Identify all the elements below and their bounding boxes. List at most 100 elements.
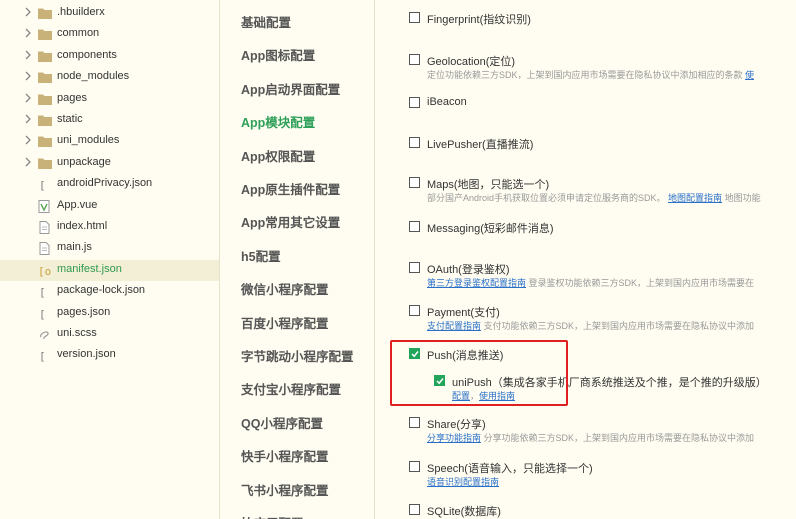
module-label: iBeacon xyxy=(427,96,467,108)
chevron-right-icon[interactable] xyxy=(24,7,34,19)
folder-icon xyxy=(38,93,52,106)
module-checkbox-6[interactable] xyxy=(409,262,420,273)
tree-item-static[interactable]: static xyxy=(0,110,219,131)
nav-item-5[interactable]: App原生插件配置 xyxy=(241,179,340,198)
tree-item-label: App.vue xyxy=(57,198,98,211)
unipush-guide-link[interactable]: 使用指南 xyxy=(479,391,515,401)
module-description: 分享功能指南 分享功能依赖三方SDK，上架到国内应用市场需要在隐私协议中添加 xyxy=(427,431,754,444)
tree-item-version-json[interactable]: [ ] version.json xyxy=(0,345,219,366)
module-checkbox-3[interactable] xyxy=(409,137,420,148)
tree-item-label: uni_modules xyxy=(57,134,120,147)
nav-item-1[interactable]: App图标配置 xyxy=(241,45,315,64)
tree-item-pages-json[interactable]: [ ] pages.json xyxy=(0,303,219,324)
folder-icon xyxy=(38,114,52,127)
chevron-right-icon[interactable] xyxy=(24,28,34,40)
chevron-right-icon[interactable] xyxy=(24,157,34,169)
tree-item-manifest-json[interactable]: [o] manifest.json xyxy=(0,259,219,281)
tree-item--hbuilderx[interactable]: .hbuilderx xyxy=(0,3,219,24)
module-checkbox-5[interactable] xyxy=(409,221,420,232)
module-checkbox-11[interactable] xyxy=(409,504,420,515)
folder-icon xyxy=(38,135,52,148)
tree-item-components[interactable]: components xyxy=(0,46,219,67)
module-checkbox-7[interactable] xyxy=(409,305,420,316)
vue-file-icon xyxy=(38,199,52,213)
tree-item-label: components xyxy=(57,48,117,61)
nav-item-10[interactable]: 字节跳动小程序配置 xyxy=(241,346,354,365)
tree-item-label: common xyxy=(57,27,100,40)
json-file-icon: [o] xyxy=(38,264,52,277)
module-label: Speech(语音输入，只能选择一个) xyxy=(427,463,593,475)
module-description-text: 地图功能 xyxy=(724,193,761,203)
nav-item-15[interactable]: 快应用配置 xyxy=(241,513,304,519)
module-checkbox-4[interactable] xyxy=(409,177,420,188)
tree-item-pages[interactable]: pages xyxy=(0,89,219,110)
manifest-config-nav: 基础配置 App图标配置 App启动界面配置 App模块配置 App权限配置 App原生插… xyxy=(220,0,375,519)
module-label: OAuth(登录鉴权) xyxy=(427,264,510,276)
module-guide-link[interactable]: 使 xyxy=(745,70,754,80)
module-description: 语音识别配置指南 xyxy=(427,475,499,488)
module-description-text: 登录鉴权功能依赖三方SDK，上架到国内应用市场需要在 xyxy=(528,278,755,288)
module-guide-link[interactable]: 支付配置指南 xyxy=(427,321,481,331)
svg-text:[o]: [o] xyxy=(38,265,52,277)
module-description: 第三方登录鉴权配置指南 登录鉴权功能依赖三方SDK，上架到国内应用市场需要在 xyxy=(427,276,754,289)
tree-item-label: version.json xyxy=(57,348,116,361)
tree-item-label: main.js xyxy=(57,241,92,254)
chevron-right-icon[interactable] xyxy=(24,135,34,147)
nav-item-7[interactable]: h5配置 xyxy=(241,246,281,265)
module-guide-link[interactable]: 第三方登录鉴权配置指南 xyxy=(427,278,526,288)
tree-item-androidprivacy-json[interactable]: [ ] androidPrivacy.json xyxy=(0,174,219,195)
unipush-config-link[interactable]: 配置 xyxy=(452,391,470,401)
tree-item-label: static xyxy=(57,113,83,125)
tree-item-unpackage[interactable]: unpackage xyxy=(0,153,219,174)
module-label: Push(消息推送) xyxy=(427,350,504,362)
folder-icon xyxy=(38,71,52,84)
chevron-right-icon[interactable] xyxy=(24,114,34,126)
tree-item-label: pages.json xyxy=(57,305,111,318)
nav-item-8[interactable]: 微信小程序配置 xyxy=(241,279,329,298)
tree-item-label: uni.scss xyxy=(57,327,97,339)
tree-item-node-modules[interactable]: node_modules xyxy=(0,67,219,88)
nav-item-11[interactable]: 支付宝小程序配置 xyxy=(241,379,341,398)
module-label: Messaging(短彩邮件消息) xyxy=(427,223,554,235)
nav-item-6[interactable]: App常用其它设置 xyxy=(241,212,340,231)
tree-item-package-lock-json[interactable]: [ ] package-lock.json xyxy=(0,281,219,302)
tree-item-index-html[interactable]: index.html xyxy=(0,217,219,238)
nav-item-4[interactable]: App权限配置 xyxy=(241,146,315,165)
nav-item-9[interactable]: 百度小程序配置 xyxy=(241,313,329,332)
module-label: SQLite(数据库) xyxy=(427,506,501,518)
module-checkbox-1[interactable] xyxy=(409,54,420,65)
module-guide-link[interactable]: 语音识别配置指南 xyxy=(427,477,499,487)
chevron-right-icon[interactable] xyxy=(24,71,34,83)
tree-item-common[interactable]: common xyxy=(0,24,219,45)
module-label: Maps(地图，只能选一个) xyxy=(427,179,550,191)
module-guide-link[interactable]: 地图配置指南 xyxy=(668,193,722,203)
module-label: Geolocation(定位) xyxy=(427,56,516,68)
module-guide-link[interactable]: 分享功能指南 xyxy=(427,433,481,443)
nav-item-12[interactable]: QQ小程序配置 xyxy=(241,413,323,432)
scss-file-icon xyxy=(38,328,52,341)
project-file-tree: .hbuilderx common components node_modulespa… xyxy=(0,0,220,519)
tree-item-uni-modules[interactable]: uni_modules xyxy=(0,131,219,152)
folder-icon xyxy=(38,50,52,63)
tree-item-main-js[interactable]: main.js xyxy=(0,238,219,259)
nav-item-3[interactable]: App模块配置 xyxy=(241,112,315,131)
nav-item-0[interactable]: 基础配置 xyxy=(241,12,291,31)
module-checkbox-9[interactable] xyxy=(409,417,420,428)
tree-item-app-vue[interactable]: App.vue xyxy=(0,196,219,217)
module-checkbox-10[interactable] xyxy=(409,461,420,472)
tree-item-label: node_modules xyxy=(57,70,130,83)
module-checkbox-2[interactable] xyxy=(409,97,420,108)
module-description: 支付配置指南 支付功能依赖三方SDK，上架到国内应用市场需要在隐私协议中添加 xyxy=(427,319,754,332)
nav-item-2[interactable]: App启动界面配置 xyxy=(241,79,340,98)
json-file-icon: [ ] xyxy=(38,307,52,320)
chevron-right-icon[interactable] xyxy=(24,93,34,105)
chevron-right-icon[interactable] xyxy=(24,50,34,62)
tree-item-uni-scss[interactable]: uni.scss xyxy=(0,324,219,345)
module-checkbox-8[interactable] xyxy=(409,348,420,359)
module-checkbox-0[interactable] xyxy=(409,12,420,23)
unipush-checkbox[interactable] xyxy=(434,375,445,386)
file-icon xyxy=(38,242,52,256)
nav-item-14[interactable]: 飞书小程序配置 xyxy=(241,480,329,499)
nav-item-13[interactable]: 快手小程序配置 xyxy=(241,446,329,465)
tree-item-label: androidPrivacy.json xyxy=(57,177,153,190)
